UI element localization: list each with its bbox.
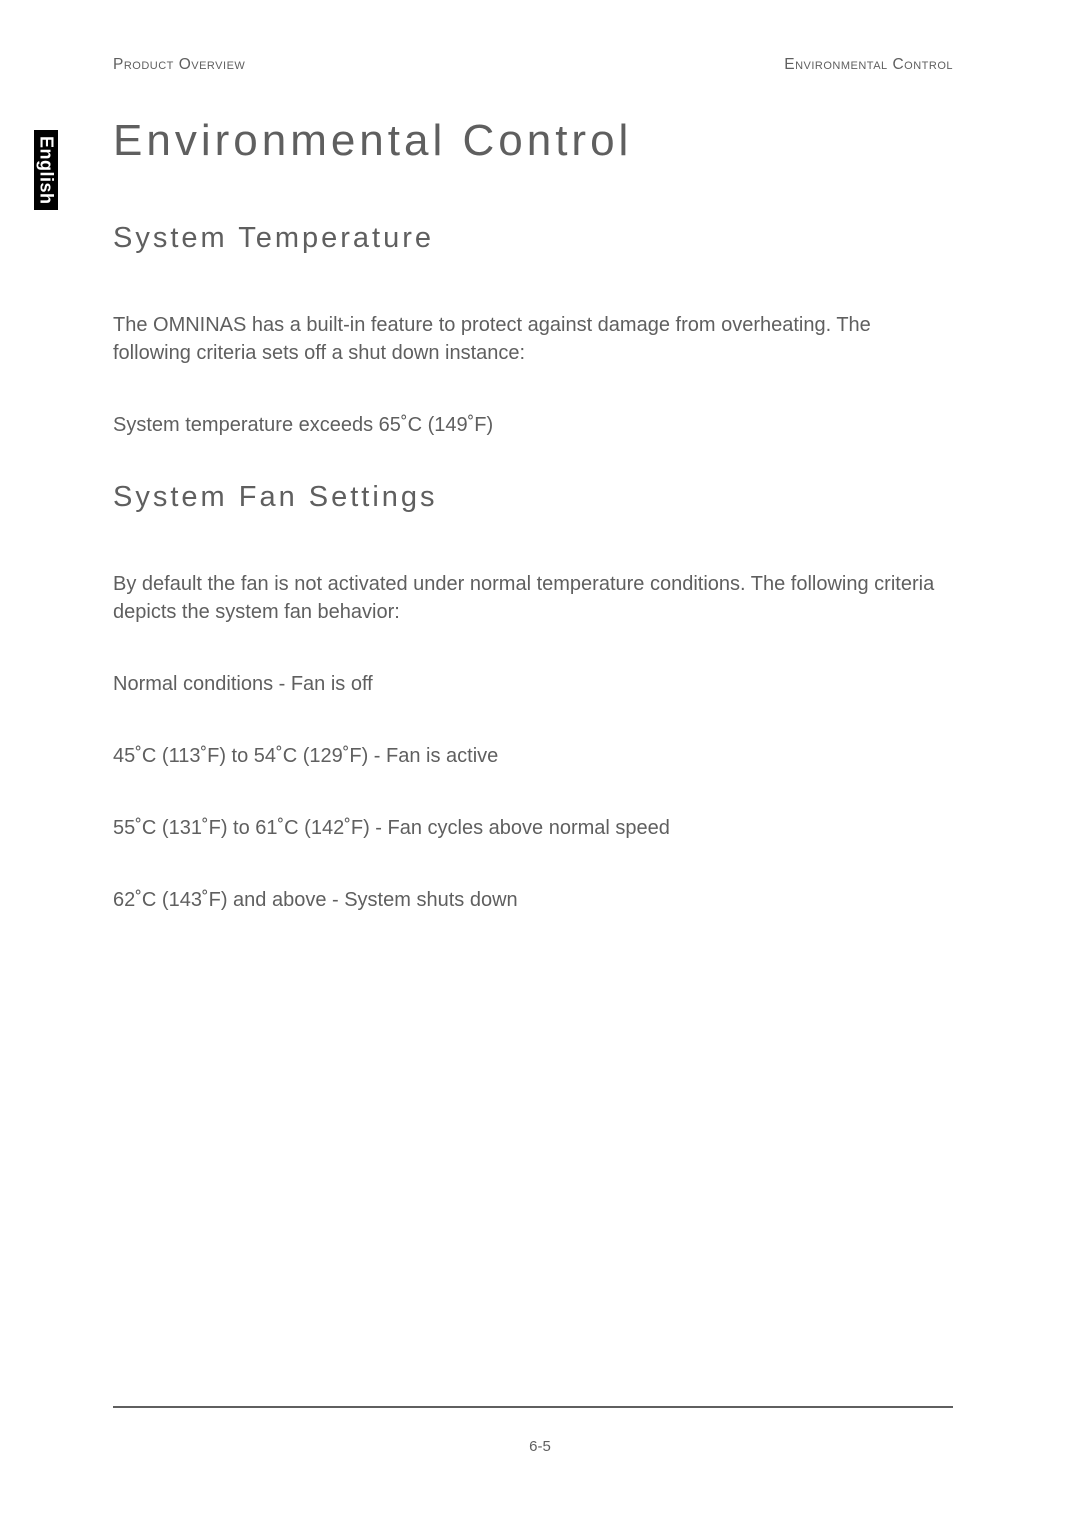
- body-paragraph: 55˚C (131˚F) to 61˚C (142˚F) - Fan cycle…: [113, 814, 953, 842]
- body-paragraph: Normal conditions - Fan is off: [113, 670, 953, 698]
- page-content: Product Overview Environmental Control E…: [113, 56, 953, 958]
- language-tab-label: English: [36, 136, 57, 205]
- section-heading-2: System Fan Settings: [113, 481, 953, 514]
- body-paragraph: System temperature exceeds 65˚C (149˚F): [113, 411, 953, 439]
- page-title: Environmental Control: [113, 116, 953, 166]
- body-paragraph: 62˚C (143˚F) and above - System shuts do…: [113, 886, 953, 914]
- section-heading-1: System Temperature: [113, 222, 953, 255]
- body-paragraph: The OMNINAS has a built-in feature to pr…: [113, 311, 953, 367]
- page-number: 6-5: [0, 1438, 1080, 1455]
- footer-rule: [113, 1406, 953, 1408]
- header-left: Product Overview: [113, 56, 245, 74]
- header-right: Environmental Control: [784, 56, 953, 74]
- body-paragraph: 45˚C (113˚F) to 54˚C (129˚F) - Fan is ac…: [113, 742, 953, 770]
- body-paragraph: By default the fan is not activated unde…: [113, 570, 953, 626]
- running-header: Product Overview Environmental Control: [113, 56, 953, 74]
- language-tab: English: [34, 130, 58, 210]
